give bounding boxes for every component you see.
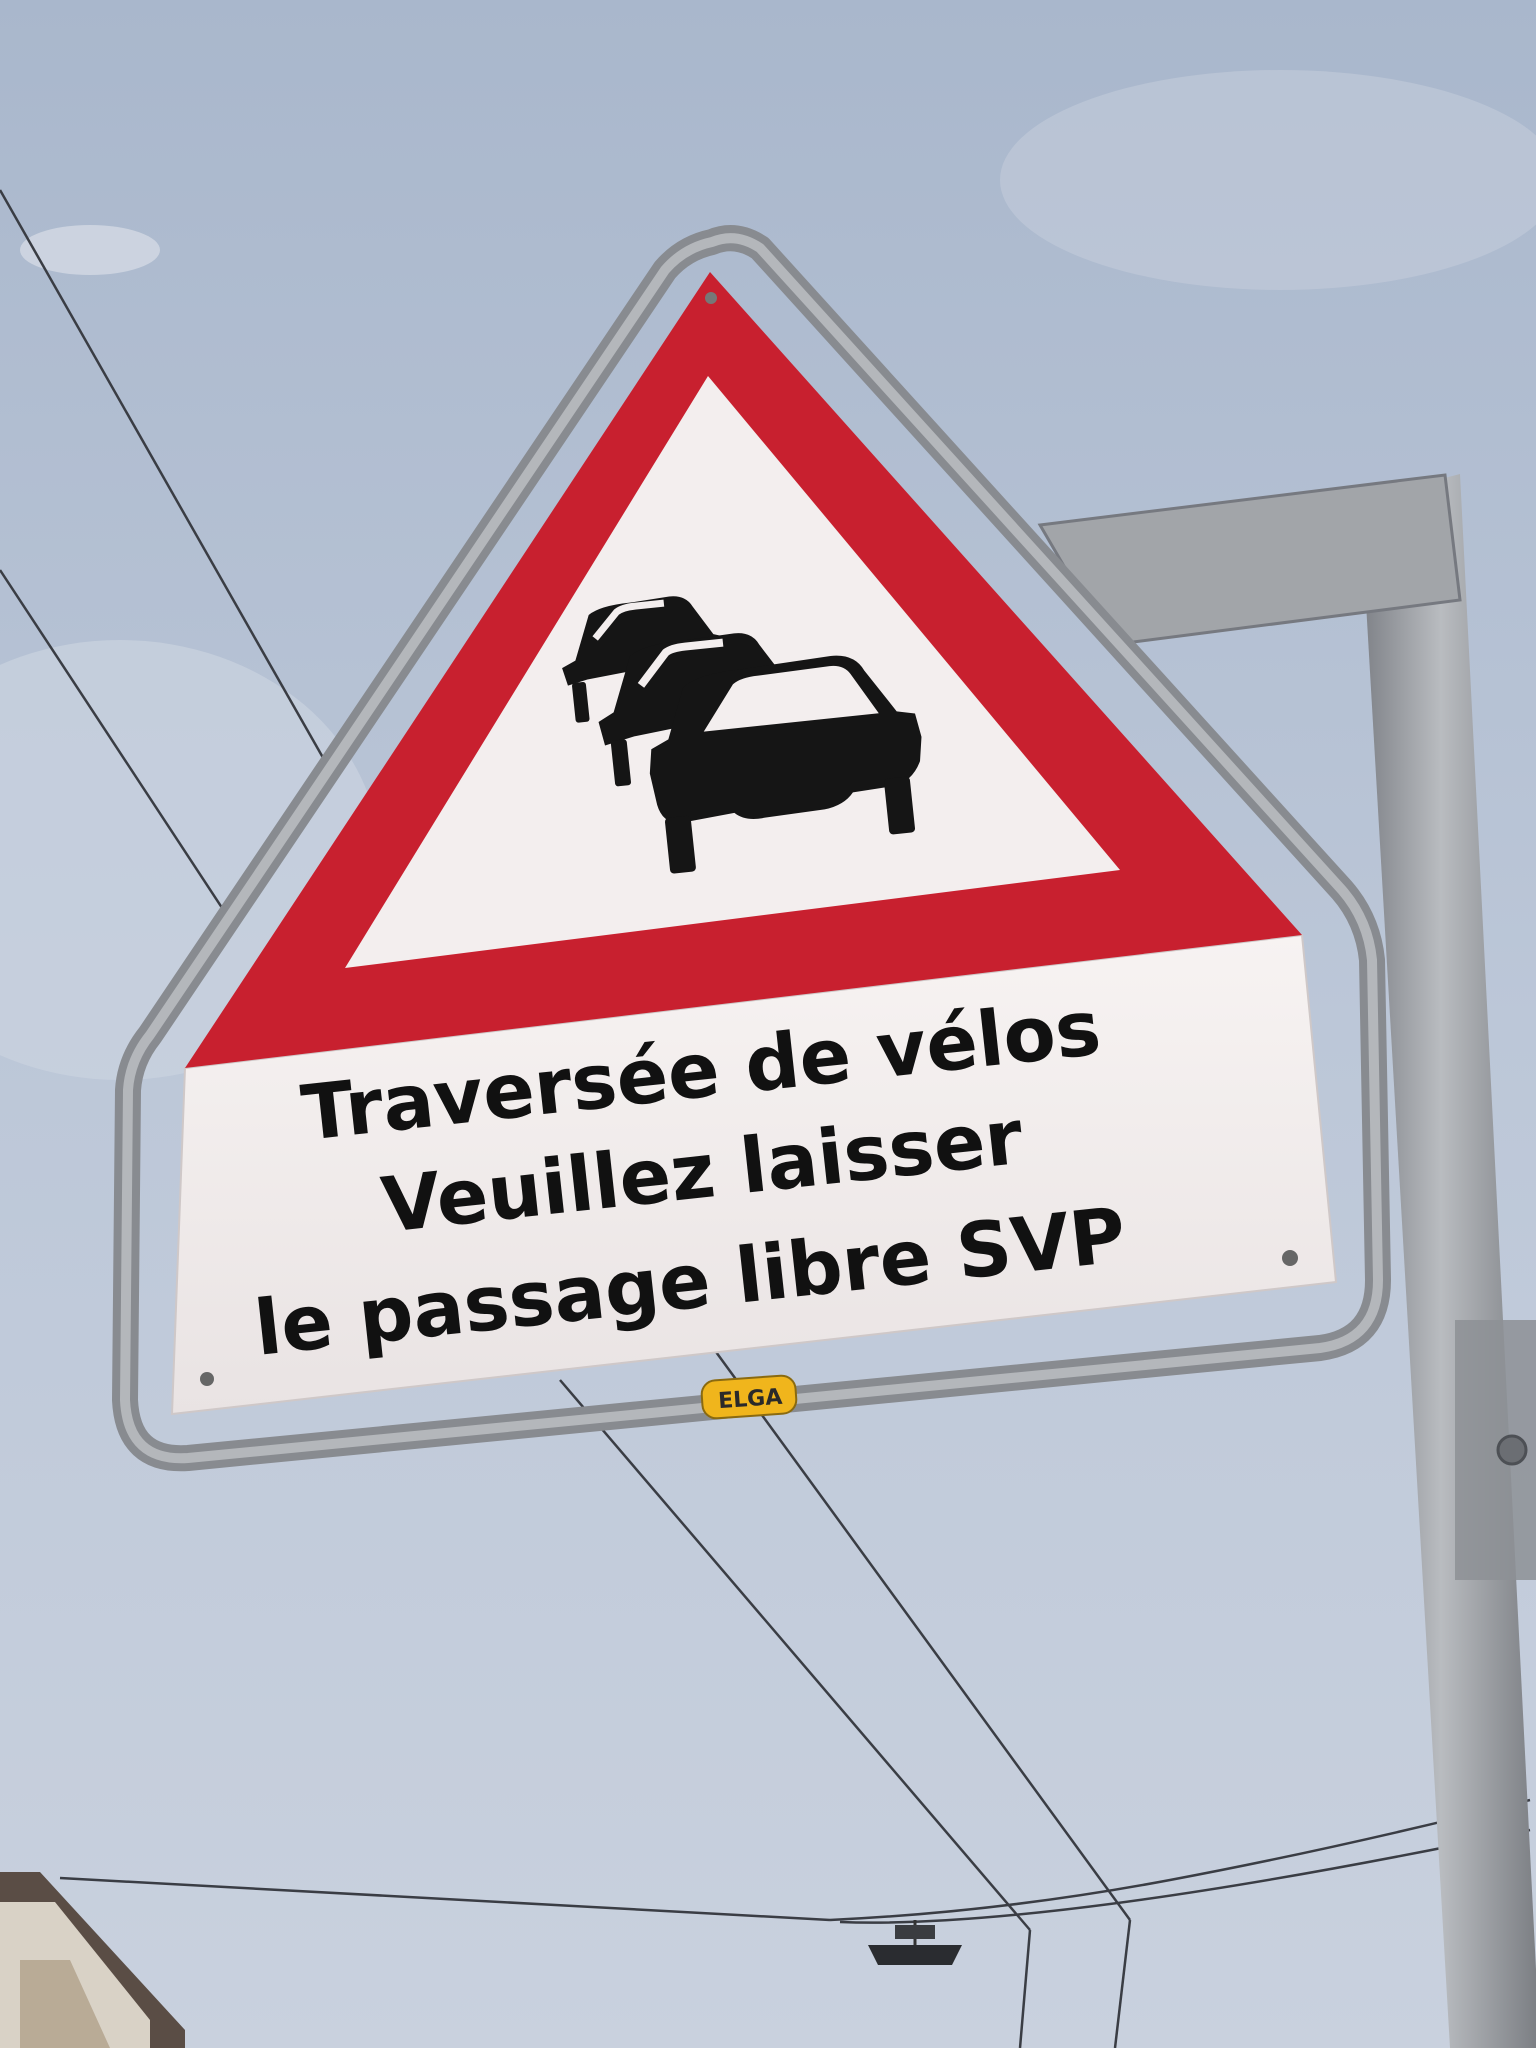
scene-svg: Traversée de vélos Veuillez laisser le p…	[0, 0, 1536, 2048]
screw	[200, 1372, 214, 1386]
cloud	[20, 225, 160, 275]
manufacturer-plate: ELGA	[700, 1374, 798, 1420]
screw	[1282, 1250, 1298, 1266]
cloud	[1000, 70, 1536, 290]
street-scene: Traversée de vélos Veuillez laisser le p…	[0, 0, 1536, 2048]
screw	[705, 292, 717, 304]
manufacturer-plate-label: ELGA	[717, 1385, 783, 1414]
